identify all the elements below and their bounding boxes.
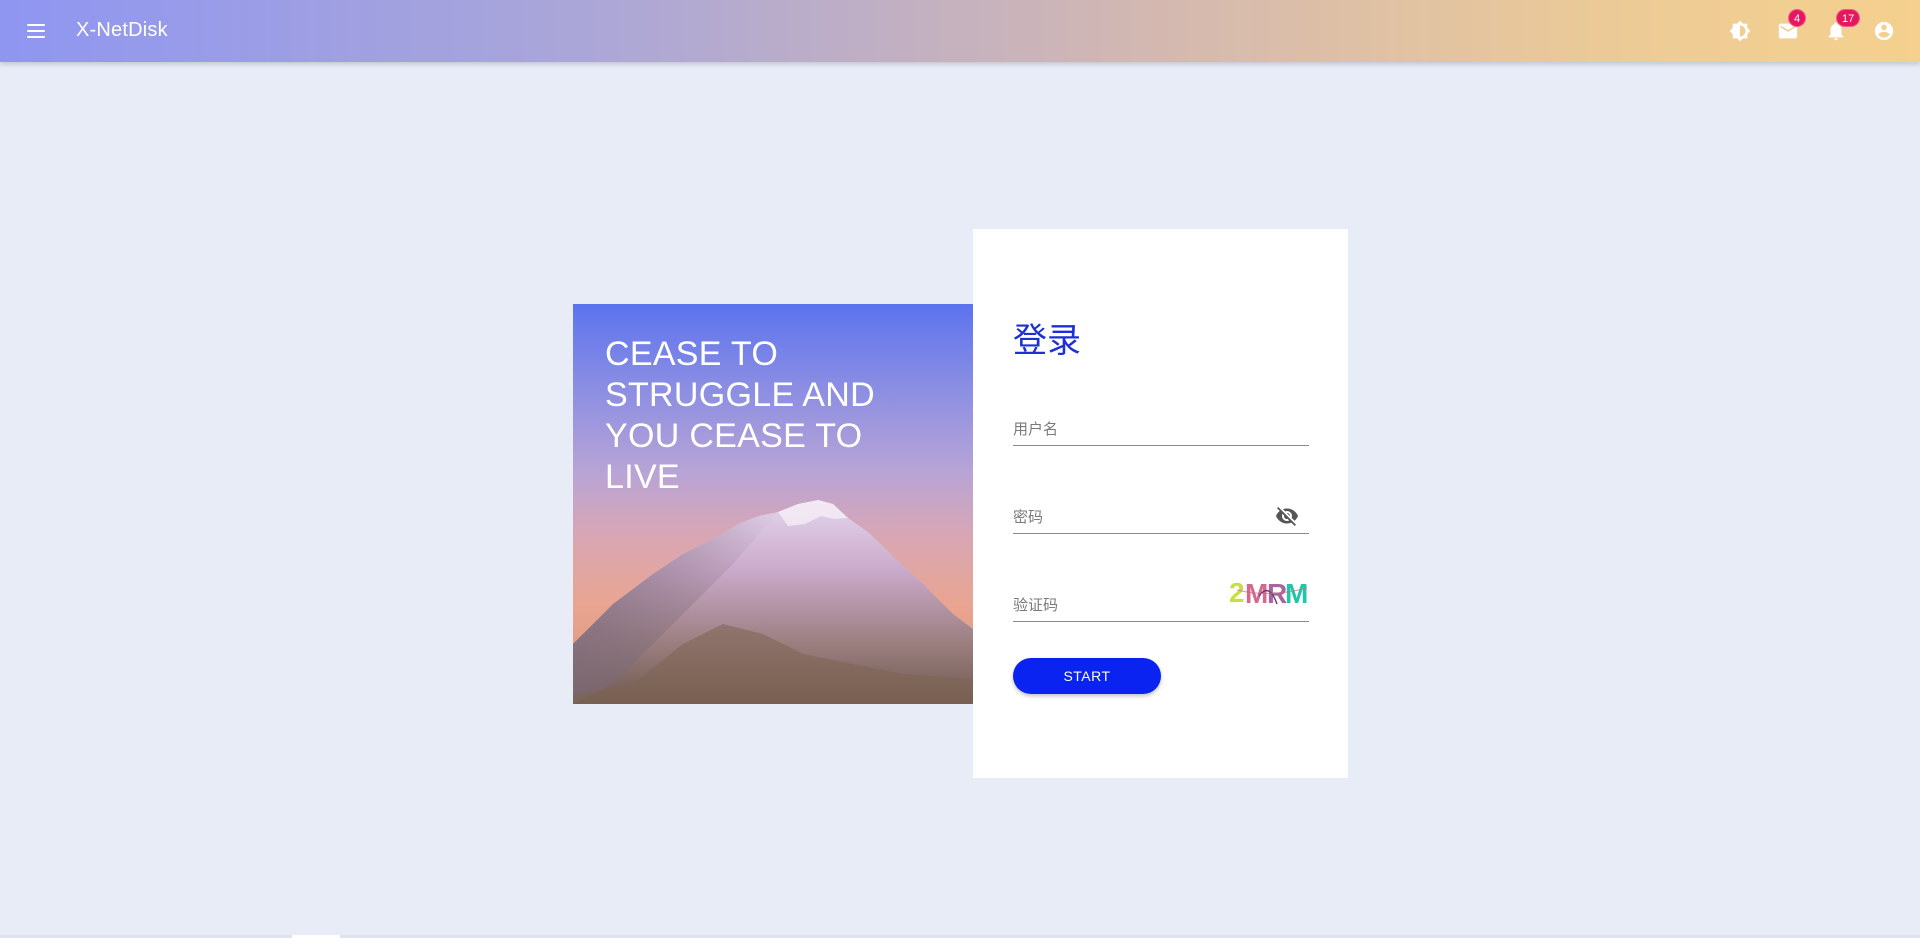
svg-text:M: M: [1285, 578, 1308, 609]
username-input[interactable]: [1013, 415, 1309, 443]
mail-icon[interactable]: 4: [1776, 9, 1807, 43]
password-field: [1013, 498, 1309, 534]
login-title: 登录: [1013, 322, 1081, 360]
username-field: [1013, 410, 1309, 446]
bell-icon[interactable]: 17: [1824, 9, 1861, 43]
menu-icon[interactable]: [20, 15, 52, 47]
captcha-field: 2 M R M: [1013, 577, 1309, 622]
hero-image-panel: CEASE TO STRUGGLE AND YOU CEASE TO LIVE: [573, 304, 973, 704]
eye-off-icon[interactable]: [1275, 504, 1299, 528]
mail-badge: 4: [1788, 9, 1807, 27]
login-card: 登录 2 M R M START: [973, 229, 1348, 778]
app-bar: X-NetDisk 4 17: [0, 0, 1920, 62]
password-input[interactable]: [1013, 503, 1263, 531]
notification-badge: 17: [1836, 9, 1861, 27]
hero-quote: CEASE TO STRUGGLE AND YOU CEASE TO LIVE: [605, 335, 875, 496]
captcha-input[interactable]: [1013, 591, 1213, 619]
captcha-image[interactable]: 2 M R M: [1229, 576, 1309, 610]
svg-text:2: 2: [1229, 577, 1245, 608]
account-circle-icon[interactable]: [1872, 19, 1896, 43]
start-button[interactable]: START: [1013, 658, 1161, 694]
app-title: X-NetDisk: [76, 19, 168, 41]
brightness-icon[interactable]: [1728, 19, 1752, 43]
